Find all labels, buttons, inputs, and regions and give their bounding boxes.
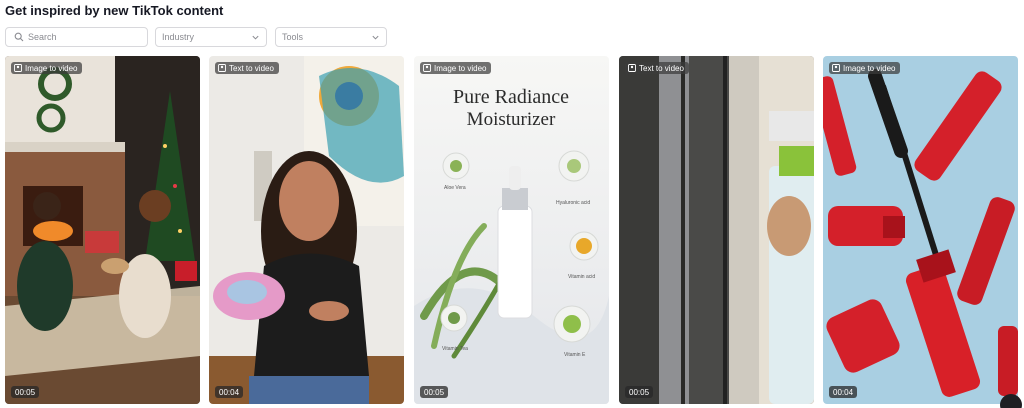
tools-label: Tools <box>282 32 304 42</box>
badge-label: Image to video <box>25 63 78 73</box>
video-card[interactable]: Text to video 00:05 <box>619 56 814 404</box>
image-icon <box>423 64 431 72</box>
christmas-couple-thumbnail <box>5 56 200 404</box>
duration-label: 00:04 <box>829 386 858 398</box>
moisturizer-overlay-text: Pure Radiance Moisturizer Aloe Vera Hyal… <box>442 86 595 358</box>
badge-label: Text to video <box>639 63 684 73</box>
image-icon <box>218 64 226 72</box>
search-input[interactable]: Search <box>5 27 148 47</box>
duration-label: 00:05 <box>625 386 654 398</box>
window-cleaning-thumbnail <box>619 56 814 404</box>
duration-label: 00:05 <box>11 386 40 398</box>
page-title: Get inspired by new TikTok content <box>5 3 224 18</box>
badge-label: Image to video <box>843 63 896 73</box>
ingredient-label: Aloe Vera <box>444 185 466 191</box>
badge-label: Image to video <box>434 63 487 73</box>
search-placeholder: Search <box>28 32 57 42</box>
video-type-badge: Text to video <box>625 62 689 74</box>
image-icon <box>628 64 636 72</box>
ingredient-label: Vitamin acid <box>568 274 595 280</box>
floating-action-button[interactable] <box>1000 394 1022 408</box>
product-title-line2: Moisturizer <box>467 109 556 130</box>
product-title-line1: Pure Radiance <box>453 86 569 108</box>
industry-dropdown[interactable]: Industry <box>155 27 267 47</box>
video-card[interactable]: Image to video 00:04 <box>823 56 1018 404</box>
image-icon <box>832 64 840 72</box>
video-card[interactable]: Pure Radiance Moisturizer Aloe Vera Hyal… <box>414 56 609 404</box>
video-type-badge: Image to video <box>11 62 83 74</box>
video-card[interactable]: Image to video 00:05 <box>5 56 200 404</box>
duration-label: 00:05 <box>420 386 449 398</box>
image-icon <box>14 64 22 72</box>
industry-label: Industry <box>162 32 195 42</box>
chevron-down-icon <box>372 35 379 40</box>
video-type-badge: Image to video <box>420 62 492 74</box>
duration-label: 00:04 <box>215 386 244 398</box>
video-card[interactable]: Text to video 00:04 <box>209 56 404 404</box>
ingredient-label: Hyaluronic acid <box>556 200 590 206</box>
badge-label: Text to video <box>229 63 274 73</box>
video-type-badge: Image to video <box>829 62 901 74</box>
search-icon <box>14 32 24 42</box>
ingredient-label: Vitamin Tea <box>442 346 468 352</box>
woman-makeup-pouch-thumbnail <box>209 56 404 404</box>
ingredient-label: Vitamin E <box>564 352 586 358</box>
red-mascara-thumbnail <box>823 56 1018 404</box>
video-type-badge: Text to video <box>215 62 279 74</box>
tools-dropdown[interactable]: Tools <box>275 27 387 47</box>
chevron-down-icon <box>252 35 259 40</box>
